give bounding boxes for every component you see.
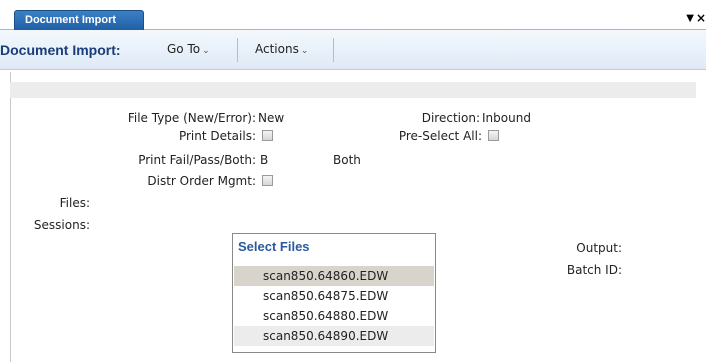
panel-header-bar <box>10 82 696 98</box>
file-list-item[interactable]: scan850.64875.EDW <box>234 286 434 306</box>
tab-document-import[interactable]: Document Import <box>14 10 144 30</box>
print-fail-pass-both-code[interactable]: B <box>260 153 268 167</box>
file-type-value: New <box>258 111 285 125</box>
print-details-checkbox[interactable] <box>262 130 273 141</box>
print-fail-pass-both-label: Print Fail/Pass/Both: <box>138 153 256 167</box>
go-to-menu-label: Go To <box>167 42 201 56</box>
output-label: Output: <box>576 241 622 255</box>
print-fail-pass-both-description: Both <box>333 153 361 167</box>
toolbar-title: Document Import: <box>0 42 121 58</box>
print-details-label: Print Details: <box>178 129 256 143</box>
direction-value: Inbound <box>482 111 531 125</box>
file-list-item[interactable]: scan850.64880.EDW <box>234 306 434 326</box>
toolbar-divider <box>237 38 238 62</box>
chevron-down-icon: ⌄ <box>202 46 210 56</box>
close-icon[interactable]: × <box>696 11 706 25</box>
sessions-label: Sessions: <box>33 218 90 232</box>
toolbar-divider <box>333 38 334 62</box>
select-files-list: Select Files scan850.64860.EDW scan850.6… <box>232 233 436 353</box>
toolbar: Document Import: Go To ⌄ Actions ⌄ <box>0 30 706 70</box>
files-label: Files: <box>59 196 90 210</box>
go-to-menu[interactable]: Go To ⌄ <box>167 42 210 56</box>
tab-strip: Document Import ▼ × <box>0 0 706 30</box>
distr-order-mgmt-label: Distr Order Mgmt: <box>147 174 256 188</box>
chevron-down-icon: ⌄ <box>300 46 309 56</box>
file-list-item[interactable]: scan850.64890.EDW <box>234 326 434 346</box>
tab-menu-arrow-icon[interactable]: ▼ <box>686 13 694 24</box>
file-type-label: File Type (New/Error): <box>127 111 256 125</box>
direction-label: Direction: <box>421 111 480 125</box>
pre-select-all-label: Pre-Select All: <box>398 129 482 143</box>
pre-select-all-checkbox[interactable] <box>488 130 499 141</box>
select-files-title: Select Files <box>238 239 310 254</box>
distr-order-mgmt-checkbox[interactable] <box>262 175 273 186</box>
actions-menu-label: Actions <box>255 42 299 56</box>
actions-menu[interactable]: Actions ⌄ <box>255 42 308 56</box>
file-list-item[interactable]: scan850.64860.EDW <box>234 266 434 286</box>
batch-id-label: Batch ID: <box>566 263 622 277</box>
